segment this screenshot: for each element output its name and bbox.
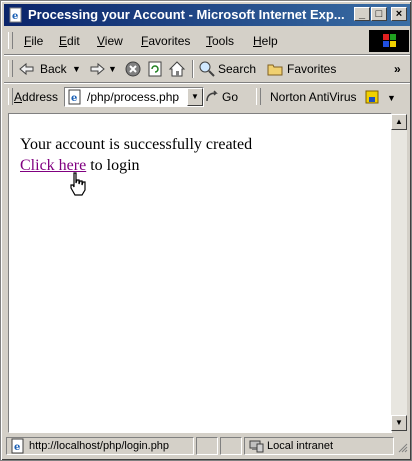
minimize-button[interactable]: _ <box>354 7 370 21</box>
browser-window: e Processing your Account - Microsoft In… <box>0 0 412 461</box>
intranet-icon <box>249 440 264 453</box>
address-grip[interactable] <box>8 88 13 105</box>
svg-text:e: e <box>12 11 18 22</box>
toolbar-more-chevron[interactable]: » <box>394 62 401 76</box>
maximize-button[interactable]: □ <box>371 7 387 21</box>
norton-antivirus-button[interactable]: Norton AntiVirus <box>270 90 357 104</box>
status-url: http://localhost/php/login.php <box>29 440 170 452</box>
svg-text:e: e <box>71 93 77 104</box>
title-bar[interactable]: e Processing your Account - Microsoft In… <box>4 4 410 26</box>
scroll-down-arrow-icon[interactable]: ▼ <box>391 415 407 431</box>
standard-toolbar: Back ▼ ▼ Search Favorites » <box>4 56 410 83</box>
toolbar-grip[interactable] <box>8 60 13 77</box>
norton-dropdown-arrow-icon[interactable]: ▼ <box>387 93 396 103</box>
status-url-pane: e http://localhost/php/login.php <box>6 437 194 455</box>
norton-grip[interactable] <box>256 88 261 105</box>
success-message: Your account is successfully created <box>20 136 253 153</box>
refresh-icon[interactable] <box>146 60 164 78</box>
go-button[interactable]: Go <box>222 90 238 104</box>
window-title: Processing your Account - Microsoft Inte… <box>28 7 345 22</box>
status-bar: e http://localhost/php/login.php Local i… <box>4 435 410 457</box>
login-suffix: to login <box>86 157 140 174</box>
home-icon[interactable] <box>168 60 186 78</box>
page-icon: e <box>11 438 24 454</box>
scroll-up-arrow-icon[interactable]: ▲ <box>391 114 407 130</box>
menu-bar: File Edit View Favorites Tools Help <box>4 28 410 55</box>
resize-grip-icon[interactable] <box>396 441 408 453</box>
ie-page-icon: e <box>9 7 22 23</box>
back-arrow-icon[interactable] <box>18 60 36 78</box>
menu-view[interactable]: View <box>97 34 123 48</box>
norton-icon[interactable] <box>364 89 380 105</box>
stop-icon[interactable] <box>124 60 142 78</box>
status-pane-empty <box>196 437 218 455</box>
go-arrow-icon[interactable] <box>204 89 220 105</box>
status-zone: Local intranet <box>267 440 334 452</box>
menu-help[interactable]: Help <box>253 34 278 48</box>
search-icon[interactable] <box>198 60 216 78</box>
status-zone-pane: Local intranet <box>244 437 394 455</box>
favorites-folder-icon[interactable] <box>266 60 284 78</box>
back-dropdown-arrow-icon[interactable]: ▼ <box>72 64 81 74</box>
status-pane-empty <box>220 437 242 455</box>
toolbar-separator <box>192 60 194 78</box>
page-icon: e <box>68 89 81 105</box>
search-button[interactable]: Search <box>218 62 256 76</box>
address-bar: Address e /php/process.php ▼ Go Norton A… <box>4 84 410 110</box>
forward-arrow-icon[interactable] <box>88 60 106 78</box>
vertical-scrollbar[interactable]: ▲ ▼ <box>391 114 407 431</box>
menu-edit[interactable]: Edit <box>59 34 80 48</box>
favorites-button[interactable]: Favorites <box>287 62 336 76</box>
menu-grip[interactable] <box>8 32 13 49</box>
menu-file[interactable]: File <box>24 34 43 48</box>
address-dropdown-arrow-icon[interactable]: ▼ <box>187 88 203 106</box>
address-label: Address <box>14 90 59 104</box>
menu-tools[interactable]: Tools <box>206 34 234 48</box>
hand-cursor-icon <box>70 172 86 196</box>
forward-dropdown-arrow-icon[interactable]: ▼ <box>108 64 117 74</box>
menu-favorites[interactable]: Favorites <box>141 34 190 48</box>
back-button[interactable]: Back <box>40 62 67 76</box>
windows-logo <box>369 30 409 52</box>
page-content: Your account is successfully created Cli… <box>8 113 392 433</box>
address-value[interactable]: /php/process.php <box>87 90 179 104</box>
address-input[interactable]: e /php/process.php ▼ <box>64 87 204 107</box>
close-button[interactable]: × <box>391 7 407 21</box>
svg-text:e: e <box>14 442 20 453</box>
